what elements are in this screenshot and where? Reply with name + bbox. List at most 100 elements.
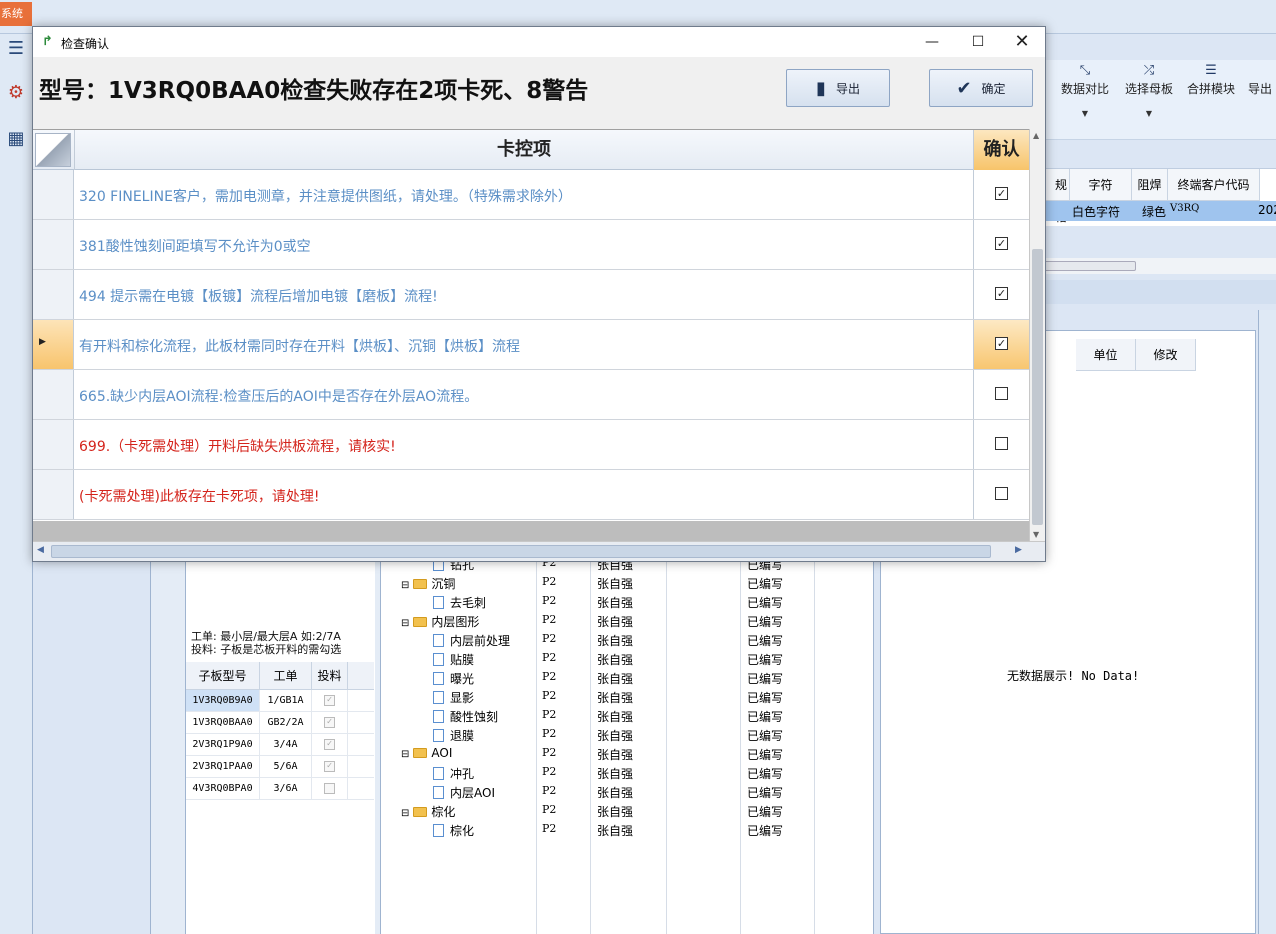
tree-node[interactable]: 去毛刺 P2 张自强 已编写: [381, 592, 871, 611]
tree-node-label: 沉铜: [431, 577, 456, 591]
check-item-row[interactable]: 381酸性蚀刻间距填写不允许为0或空 ✓: [33, 220, 1029, 270]
scroll-thumb[interactable]: [1032, 249, 1043, 525]
collapse-icon[interactable]: ⊟: [401, 580, 409, 591]
tree-node[interactable]: ⊟ AOI P2 张自强 已编写: [381, 744, 871, 763]
tree-node[interactable]: 酸性蚀刻 P2 张自强 已编写: [381, 706, 871, 725]
confirm-checkbox[interactable]: ✓: [995, 187, 1008, 200]
row-header[interactable]: [33, 170, 74, 219]
scroll-down-icon[interactable]: ▼: [1033, 530, 1039, 539]
check-item-row[interactable]: 665.缺少内层AOI流程:检查压后的AOI中是否存在外层AO流程。: [33, 370, 1029, 420]
collapse-icon[interactable]: ⊟: [401, 808, 409, 819]
maximize-button[interactable]: ☐: [955, 27, 1001, 57]
col-header[interactable]: 工单: [260, 662, 312, 689]
author-name: 张自强: [597, 824, 634, 838]
tree-node-label: 冲孔: [450, 767, 475, 781]
hint-text: 工单: 最小层/最大层A 如:2/7A 投料: 子板是芯板开料的需勾选: [191, 630, 342, 656]
table-row[interactable]: 2V3RQ1PAA0 5/6A ✓: [186, 756, 374, 778]
feed-checkbox[interactable]: [324, 782, 335, 794]
document-icon: [433, 767, 444, 780]
grid-header[interactable]: 终端客户代码: [1168, 169, 1260, 201]
table-row[interactable]: 4V3RQ0BPA0 3/6A: [186, 778, 374, 800]
ok-button[interactable]: ✔ 确定: [929, 69, 1033, 107]
check-item-row[interactable]: ▶ 有开料和棕化流程，此板材需同时存在开料【烘板】、沉铜【烘板】流程 ✓: [33, 320, 1029, 370]
status-text: 已编写: [747, 691, 784, 705]
panel-strip: [1044, 280, 1276, 304]
horizontal-scrollbar[interactable]: [1044, 258, 1276, 274]
tree-node[interactable]: 退膜 P2 张自强 已编写: [381, 725, 871, 744]
report-icon[interactable]: ▦: [2, 124, 30, 152]
collapse-icon[interactable]: ⊟: [401, 749, 409, 760]
export-button[interactable]: ▮ 导出: [786, 69, 890, 107]
document-icon: [433, 824, 444, 837]
row-header[interactable]: [33, 270, 74, 319]
row-header[interactable]: [33, 470, 74, 519]
check-item-row[interactable]: 320 FINELINE客户，需加电测章，并注意提供图纸，请处理。（特殊需求除外…: [33, 170, 1029, 220]
confirm-checkbox[interactable]: [995, 487, 1008, 500]
menu-icon[interactable]: ☰: [2, 34, 30, 62]
scroll-right-icon[interactable]: ▶: [1015, 545, 1022, 555]
export-ribbon-button[interactable]: 导出: [1248, 60, 1276, 97]
check-item-row[interactable]: 494 提示需在电镀【板镀】流程后增加电镀【磨板】流程! ✓: [33, 270, 1029, 320]
scroll-left-icon[interactable]: ◀: [37, 545, 44, 555]
scroll-up-icon[interactable]: ▲: [1033, 131, 1039, 140]
status-text: 已编写: [747, 767, 784, 781]
grid-header[interactable]: 单位: [1076, 339, 1136, 371]
table-row[interactable]: 白色字符 绿色 V3RQ 202: [1044, 201, 1276, 221]
title-bar[interactable]: ↱ 检查确认 — ☐ ✕: [33, 27, 1045, 57]
tree-node[interactable]: ⊟ 内层图形 P2 张自强 已编写: [381, 611, 871, 630]
tree-node[interactable]: 显影 P2 张自强 已编写: [381, 687, 871, 706]
check-item-row[interactable]: 699.（卡死需处理）开料后缺失烘板流程，请核实!: [33, 420, 1029, 470]
tree-node[interactable]: 内层AOI P2 张自强 已编写: [381, 782, 871, 801]
tree-node[interactable]: 棕化 P2 张自强 已编写: [381, 820, 871, 839]
table-row[interactable]: 1V3RQ0BAA0 GB2/2A ✓: [186, 712, 374, 734]
row-header[interactable]: [33, 220, 74, 269]
scroll-thumb[interactable]: [51, 545, 991, 558]
grid-header[interactable]: 规格: [1044, 169, 1070, 224]
tree-node[interactable]: 内层前处理 P2 张自强 已编写: [381, 630, 871, 649]
author-name: 张自强: [597, 634, 634, 648]
vertical-scrollbar[interactable]: ▲ ▼: [1029, 129, 1045, 541]
grid-header[interactable]: 字符: [1070, 169, 1132, 201]
factory-icon[interactable]: ⚙: [2, 78, 30, 106]
folder-icon: [413, 617, 428, 627]
collapse-icon[interactable]: ⊟: [401, 618, 409, 629]
row-header[interactable]: [33, 420, 74, 469]
col-header-confirm[interactable]: 确认: [973, 130, 1029, 170]
feed-checkbox[interactable]: ✓: [324, 760, 335, 772]
col-header-item[interactable]: 卡控项: [74, 130, 973, 170]
confirm-checkbox[interactable]: ✓: [995, 237, 1008, 250]
grid-header[interactable]: 阻焊: [1132, 169, 1168, 201]
row-header[interactable]: [33, 370, 74, 419]
tree-node[interactable]: ⊟ 棕化 P2 张自强 已编写: [381, 801, 871, 820]
compare-button[interactable]: ⤡ 数据对比 ▼: [1060, 60, 1110, 118]
minimize-button[interactable]: —: [909, 27, 955, 57]
confirm-checkbox[interactable]: [995, 387, 1008, 400]
row-header[interactable]: ▶: [33, 320, 74, 369]
close-button[interactable]: ✕: [999, 27, 1045, 57]
tree-node[interactable]: 冲孔 P2 张自强 已编写: [381, 763, 871, 782]
table-row[interactable]: 2V3RQ1P9A0 3/4A ✓: [186, 734, 374, 756]
chevron-down-icon[interactable]: ▼: [1060, 109, 1110, 118]
check-item-row[interactable]: (卡死需处理)此板存在卡死项，请处理!: [33, 470, 1029, 520]
tree-node[interactable]: 曝光 P2 张自强 已编写: [381, 668, 871, 687]
col-header[interactable]: 子板型号: [186, 662, 260, 689]
confirm-checkbox[interactable]: ✓: [995, 287, 1008, 300]
merge-module-button[interactable]: ☰ 合拼模块: [1186, 60, 1236, 97]
tree-node[interactable]: 贴膜 P2 张自强 已编写: [381, 649, 871, 668]
confirm-checkbox[interactable]: ✓: [995, 337, 1008, 350]
work-order-cell: GB2/2A: [260, 712, 312, 733]
chevron-down-icon[interactable]: ▼: [1124, 109, 1174, 118]
select-all-corner[interactable]: [35, 133, 71, 167]
confirm-checkbox[interactable]: [995, 437, 1008, 450]
feed-checkbox[interactable]: ✓: [324, 716, 335, 728]
tree-node[interactable]: ⊟ 沉铜 P2 张自强 已编写: [381, 573, 871, 592]
feed-checkbox[interactable]: ✓: [324, 694, 335, 706]
grid-header[interactable]: 修改: [1136, 339, 1196, 371]
select-motherboard-button[interactable]: ⤮ 选择母板 ▼: [1124, 60, 1174, 118]
feed-checkbox[interactable]: ✓: [324, 738, 335, 750]
table-row[interactable]: 1V3RQ0B9A0 1/GB1A ✓: [186, 690, 374, 712]
horizontal-scrollbar[interactable]: ◀ ▶: [33, 541, 1045, 561]
feed-cell: ✓: [312, 690, 348, 711]
confirm-cell: ✓: [973, 170, 1029, 219]
col-header[interactable]: 投料: [312, 662, 348, 689]
